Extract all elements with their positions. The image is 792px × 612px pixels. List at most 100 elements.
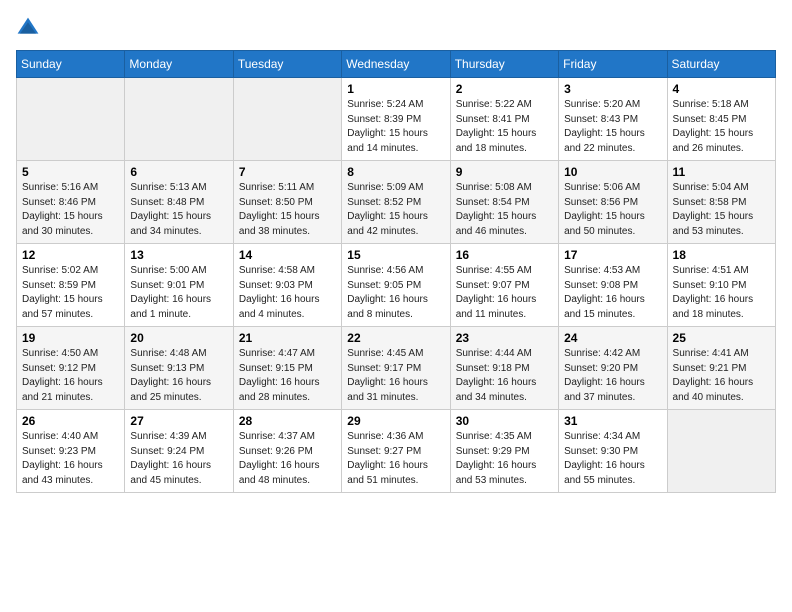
day-number: 30 (456, 414, 553, 428)
day-number: 13 (130, 248, 227, 262)
day-number: 7 (239, 165, 336, 179)
day-info: Sunrise: 4:56 AM Sunset: 9:05 PM Dayligh… (347, 264, 444, 322)
day-number: 18 (673, 248, 770, 262)
day-info: Sunrise: 5:00 AM Sunset: 9:01 PM Dayligh… (130, 264, 227, 322)
calendar-header-monday: Monday (125, 51, 233, 78)
calendar-week-row: 12 Sunrise: 5:02 AM Sunset: 8:59 PM Dayli… (17, 244, 776, 327)
day-info: Sunrise: 4:50 AM Sunset: 9:12 PM Dayligh… (22, 347, 119, 405)
day-info: Sunrise: 5:09 AM Sunset: 8:52 PM Dayligh… (347, 181, 444, 239)
day-info: Sunrise: 5:06 AM Sunset: 8:56 PM Dayligh… (564, 181, 661, 239)
day-info: Sunrise: 4:34 AM Sunset: 9:30 PM Dayligh… (564, 430, 661, 488)
calendar-cell: 13 Sunrise: 5:00 AM Sunset: 9:01 PM Dayli… (125, 244, 233, 327)
calendar-cell (17, 78, 125, 161)
day-number: 26 (22, 414, 119, 428)
day-info: Sunrise: 4:51 AM Sunset: 9:10 PM Dayligh… (673, 264, 770, 322)
day-number: 20 (130, 331, 227, 345)
day-number: 28 (239, 414, 336, 428)
logo (16, 16, 44, 40)
calendar-week-row: 5 Sunrise: 5:16 AM Sunset: 8:46 PM Daylig… (17, 161, 776, 244)
day-info: Sunrise: 5:20 AM Sunset: 8:43 PM Dayligh… (564, 98, 661, 156)
calendar-header-saturday: Saturday (667, 51, 775, 78)
day-info: Sunrise: 5:13 AM Sunset: 8:48 PM Dayligh… (130, 181, 227, 239)
day-info: Sunrise: 4:39 AM Sunset: 9:24 PM Dayligh… (130, 430, 227, 488)
calendar-cell: 1Sunrise: 5:24 AM Sunset: 8:39 PM Daylig… (342, 78, 450, 161)
calendar-week-row: 19 Sunrise: 4:50 AM Sunset: 9:12 PM Dayli… (17, 327, 776, 410)
calendar-cell: 8 Sunrise: 5:09 AM Sunset: 8:52 PM Daylig… (342, 161, 450, 244)
calendar-cell: 27 Sunrise: 4:39 AM Sunset: 9:24 PM Dayli… (125, 410, 233, 493)
calendar-header-sunday: Sunday (17, 51, 125, 78)
day-number: 8 (347, 165, 444, 179)
calendar-cell: 24Sunrise: 4:42 AM Sunset: 9:20 PM Dayli… (559, 327, 667, 410)
calendar-cell: 14 Sunrise: 4:58 AM Sunset: 9:03 PM Dayli… (233, 244, 341, 327)
day-number: 31 (564, 414, 661, 428)
day-info: Sunrise: 4:48 AM Sunset: 9:13 PM Dayligh… (130, 347, 227, 405)
calendar-cell (233, 78, 341, 161)
calendar-cell: 21 Sunrise: 4:47 AM Sunset: 9:15 PM Dayli… (233, 327, 341, 410)
day-number: 23 (456, 331, 553, 345)
day-number: 11 (673, 165, 770, 179)
day-info: Sunrise: 5:02 AM Sunset: 8:59 PM Dayligh… (22, 264, 119, 322)
calendar-cell: 11 Sunrise: 5:04 AM Sunset: 8:58 PM Dayli… (667, 161, 775, 244)
day-number: 10 (564, 165, 661, 179)
day-info: Sunrise: 5:04 AM Sunset: 8:58 PM Dayligh… (673, 181, 770, 239)
page-header (16, 16, 776, 40)
calendar-cell: 6 Sunrise: 5:13 AM Sunset: 8:48 PM Daylig… (125, 161, 233, 244)
calendar-cell: 30 Sunrise: 4:35 AM Sunset: 9:29 PM Dayli… (450, 410, 558, 493)
calendar-header-row: SundayMondayTuesdayWednesdayThursdayFrid… (17, 51, 776, 78)
calendar-cell (667, 410, 775, 493)
day-number: 5 (22, 165, 119, 179)
day-number: 4 (673, 82, 770, 96)
day-number: 6 (130, 165, 227, 179)
calendar-table: SundayMondayTuesdayWednesdayThursdayFrid… (16, 50, 776, 493)
calendar-cell: 19 Sunrise: 4:50 AM Sunset: 9:12 PM Dayli… (17, 327, 125, 410)
day-number: 2 (456, 82, 553, 96)
day-info: Sunrise: 4:44 AM Sunset: 9:18 PM Dayligh… (456, 347, 553, 405)
calendar-cell (125, 78, 233, 161)
calendar-cell: 26 Sunrise: 4:40 AM Sunset: 9:23 PM Dayli… (17, 410, 125, 493)
calendar-cell: 31 Sunrise: 4:34 AM Sunset: 9:30 PM Dayli… (559, 410, 667, 493)
day-info: Sunrise: 5:11 AM Sunset: 8:50 PM Dayligh… (239, 181, 336, 239)
calendar-header-friday: Friday (559, 51, 667, 78)
calendar-week-row: 26 Sunrise: 4:40 AM Sunset: 9:23 PM Dayli… (17, 410, 776, 493)
day-info: Sunrise: 4:53 AM Sunset: 9:08 PM Dayligh… (564, 264, 661, 322)
day-number: 25 (673, 331, 770, 345)
day-number: 21 (239, 331, 336, 345)
calendar-week-row: 1Sunrise: 5:24 AM Sunset: 8:39 PM Daylig… (17, 78, 776, 161)
calendar-cell: 9Sunrise: 5:08 AM Sunset: 8:54 PM Daylig… (450, 161, 558, 244)
calendar-cell: 3Sunrise: 5:20 AM Sunset: 8:43 PM Daylig… (559, 78, 667, 161)
day-number: 1 (347, 82, 444, 96)
day-info: Sunrise: 4:47 AM Sunset: 9:15 PM Dayligh… (239, 347, 336, 405)
calendar-cell: 4Sunrise: 5:18 AM Sunset: 8:45 PM Daylig… (667, 78, 775, 161)
day-number: 27 (130, 414, 227, 428)
calendar-cell: 22Sunrise: 4:45 AM Sunset: 9:17 PM Dayli… (342, 327, 450, 410)
day-info: Sunrise: 4:55 AM Sunset: 9:07 PM Dayligh… (456, 264, 553, 322)
day-number: 19 (22, 331, 119, 345)
day-number: 24 (564, 331, 661, 345)
day-number: 14 (239, 248, 336, 262)
calendar-cell: 12 Sunrise: 5:02 AM Sunset: 8:59 PM Dayli… (17, 244, 125, 327)
day-info: Sunrise: 5:16 AM Sunset: 8:46 PM Dayligh… (22, 181, 119, 239)
calendar-header-wednesday: Wednesday (342, 51, 450, 78)
day-number: 17 (564, 248, 661, 262)
day-info: Sunrise: 5:08 AM Sunset: 8:54 PM Dayligh… (456, 181, 553, 239)
day-number: 12 (22, 248, 119, 262)
day-info: Sunrise: 4:45 AM Sunset: 9:17 PM Dayligh… (347, 347, 444, 405)
calendar-header-tuesday: Tuesday (233, 51, 341, 78)
day-info: Sunrise: 4:35 AM Sunset: 9:29 PM Dayligh… (456, 430, 553, 488)
day-info: Sunrise: 4:41 AM Sunset: 9:21 PM Dayligh… (673, 347, 770, 405)
day-info: Sunrise: 5:22 AM Sunset: 8:41 PM Dayligh… (456, 98, 553, 156)
calendar-cell: 5 Sunrise: 5:16 AM Sunset: 8:46 PM Daylig… (17, 161, 125, 244)
calendar-cell: 20 Sunrise: 4:48 AM Sunset: 9:13 PM Dayli… (125, 327, 233, 410)
calendar-cell: 16 Sunrise: 4:55 AM Sunset: 9:07 PM Dayli… (450, 244, 558, 327)
calendar-cell: 15Sunrise: 4:56 AM Sunset: 9:05 PM Dayli… (342, 244, 450, 327)
day-info: Sunrise: 4:37 AM Sunset: 9:26 PM Dayligh… (239, 430, 336, 488)
calendar-cell: 28 Sunrise: 4:37 AM Sunset: 9:26 PM Dayli… (233, 410, 341, 493)
day-info: Sunrise: 4:40 AM Sunset: 9:23 PM Dayligh… (22, 430, 119, 488)
day-info: Sunrise: 4:36 AM Sunset: 9:27 PM Dayligh… (347, 430, 444, 488)
calendar-cell: 18 Sunrise: 4:51 AM Sunset: 9:10 PM Dayli… (667, 244, 775, 327)
day-number: 16 (456, 248, 553, 262)
calendar-cell: 17 Sunrise: 4:53 AM Sunset: 9:08 PM Dayli… (559, 244, 667, 327)
day-info: Sunrise: 4:58 AM Sunset: 9:03 PM Dayligh… (239, 264, 336, 322)
calendar-cell: 23 Sunrise: 4:44 AM Sunset: 9:18 PM Dayli… (450, 327, 558, 410)
calendar-cell: 10 Sunrise: 5:06 AM Sunset: 8:56 PM Dayli… (559, 161, 667, 244)
